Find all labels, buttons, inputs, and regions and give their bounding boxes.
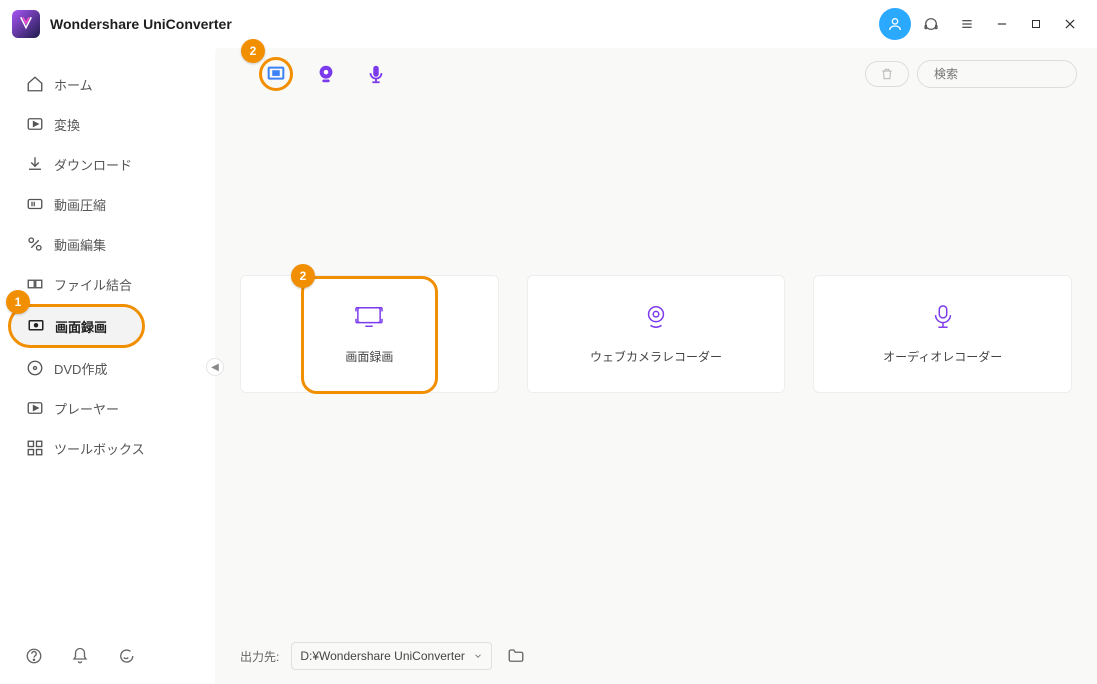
highlight-ring <box>301 276 438 394</box>
minimize-button[interactable] <box>987 9 1017 39</box>
microphone-icon <box>927 304 959 330</box>
sidebar-item-label: 変換 <box>54 115 80 134</box>
recorder-cards: 2 画面録画 ウェブカメラレコーダー オーディオレコーダー <box>215 275 1097 393</box>
sidebar-item-label: ツールボックス <box>54 439 145 458</box>
annotation-badge-2-card: 2 <box>291 264 315 288</box>
sidebar-item-download[interactable]: ダウンロード <box>0 144 215 184</box>
sidebar-item-compress[interactable]: 動画圧縮 <box>0 184 215 224</box>
sidebar-item-label: 画面録画 <box>55 317 107 336</box>
output-label: 出力先: <box>240 648 279 665</box>
collapse-sidebar-button[interactable]: ◀ <box>206 358 224 376</box>
search-box[interactable] <box>917 60 1077 88</box>
sidebar-item-dvd[interactable]: DVD作成 <box>0 348 215 388</box>
app-title: Wondershare UniConverter <box>50 16 232 32</box>
title-bar: Wondershare UniConverter <box>0 0 1097 48</box>
feedback-button[interactable] <box>112 642 140 670</box>
sidebar-item-label: ホーム <box>54 75 93 94</box>
sidebar: ホーム 変換 ダウンロード 動画圧縮 動画編集 ファイル結合 <box>0 48 215 684</box>
sidebar-item-edit[interactable]: 動画編集 <box>0 224 215 264</box>
webcam-icon <box>640 304 672 330</box>
sidebar-item-label: 動画圧縮 <box>54 195 106 214</box>
output-footer: 出力先: D:¥Wondershare UniConverter <box>215 642 1097 670</box>
card-webcam-record[interactable]: ウェブカメラレコーダー <box>527 275 786 393</box>
delete-button[interactable] <box>865 61 909 87</box>
card-label: オーディオレコーダー <box>883 348 1002 365</box>
sidebar-item-toolbox[interactable]: ツールボックス <box>0 428 215 468</box>
user-account-button[interactable] <box>879 8 911 40</box>
annotation-badge-2-toolbar: 2 <box>241 39 265 63</box>
sidebar-item-screen-record[interactable]: 画面録画 <box>8 304 145 348</box>
mode-screen-button[interactable] <box>259 57 293 91</box>
sidebar-item-merge[interactable]: ファイル結合 <box>0 264 215 304</box>
maximize-button[interactable] <box>1021 9 1051 39</box>
search-input[interactable] <box>934 67 1089 81</box>
help-button[interactable] <box>20 642 48 670</box>
card-screen-record[interactable]: 2 画面録画 <box>240 275 499 393</box>
notifications-button[interactable] <box>66 642 94 670</box>
sidebar-item-convert[interactable]: 変換 <box>0 104 215 144</box>
sidebar-item-home[interactable]: ホーム <box>0 64 215 104</box>
output-path-value: D:¥Wondershare UniConverter <box>300 649 465 663</box>
card-audio-record[interactable]: オーディオレコーダー <box>813 275 1072 393</box>
menu-button[interactable] <box>951 8 983 40</box>
sidebar-item-label: ダウンロード <box>54 155 132 174</box>
sidebar-footer <box>0 628 215 684</box>
annotation-badge-1: 1 <box>6 290 30 314</box>
chevron-down-icon <box>473 651 483 661</box>
sidebar-item-label: 動画編集 <box>54 235 106 254</box>
card-label: ウェブカメラレコーダー <box>590 348 722 365</box>
mode-audio-button[interactable] <box>359 57 393 91</box>
sidebar-item-player[interactable]: プレーヤー <box>0 388 215 428</box>
output-path-select[interactable]: D:¥Wondershare UniConverter <box>291 642 492 670</box>
open-folder-button[interactable] <box>502 642 530 670</box>
main-panel: ◀ 2 <box>215 48 1097 684</box>
app-logo <box>12 10 40 38</box>
support-button[interactable] <box>915 8 947 40</box>
sidebar-item-label: ファイル結合 <box>54 275 132 294</box>
toolbar: 2 <box>215 48 1097 100</box>
mode-webcam-button[interactable] <box>309 57 343 91</box>
sidebar-item-label: プレーヤー <box>54 399 119 418</box>
sidebar-item-label: DVD作成 <box>54 359 107 378</box>
close-button[interactable] <box>1055 9 1085 39</box>
